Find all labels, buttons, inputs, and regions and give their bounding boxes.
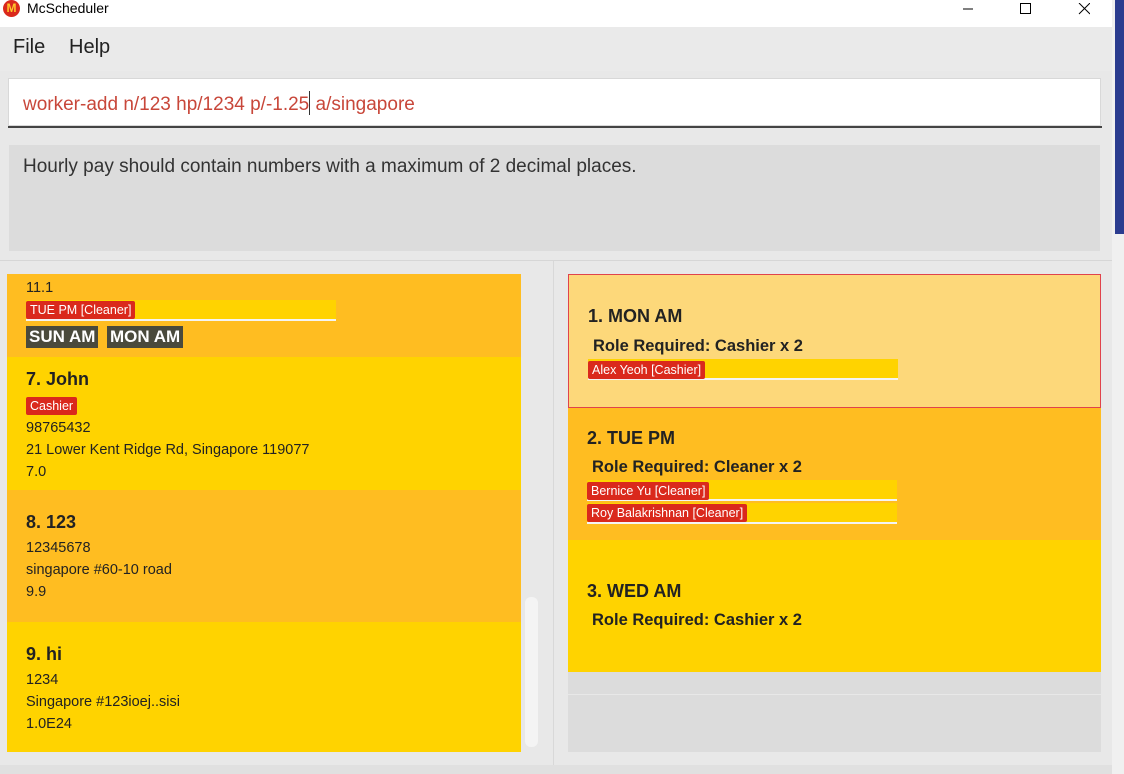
panel-separator xyxy=(553,261,554,765)
maximize-button[interactable] xyxy=(1005,0,1045,17)
command-text-before-caret: worker-add n/123 hp/1234 p/-1.25 xyxy=(23,94,310,115)
worker-pay: 9.9 xyxy=(26,584,47,600)
worker-phone: 98765432 xyxy=(26,420,91,436)
shift-tag: TUE PM [Cleaner] xyxy=(26,301,136,319)
mcscheduler-logo-icon: M xyxy=(3,0,20,17)
shift-card-selected[interactable]: 1. MON AM Role Required: Cashier x 2 Ale… xyxy=(568,274,1101,408)
worker-pay: 11.1 xyxy=(26,280,54,296)
worker-title: 8. 123 xyxy=(26,512,77,532)
shift-list-panel[interactable]: 1. MON AM Role Required: Cashier x 2 Ale… xyxy=(568,274,1101,752)
worker-card[interactable]: 9. hi 1234 Singapore #123ioej..sisi 1.0E… xyxy=(7,622,521,752)
worker-card[interactable]: 8. 123 12345678 singapore #60-10 road 9.… xyxy=(7,490,521,622)
shift-title: 2. TUE PM xyxy=(587,428,676,448)
assignment-tag: Bernice Yu [Cleaner] xyxy=(587,482,710,500)
worker-title: 7. John xyxy=(26,369,90,389)
command-underline xyxy=(8,126,1102,128)
worker-address: Singapore #123ioej..sisi xyxy=(26,694,180,710)
assignment-tag: Alex Yeoh [Cashier] xyxy=(588,361,706,379)
worker-address: singapore #60-10 road xyxy=(26,562,172,578)
shift-role-required: Role Required: Cashier x 2 xyxy=(593,337,803,355)
worker-list-panel[interactable]: 11.1 TUE PM [Cleaner] SUN AM MON AM 7. J… xyxy=(7,274,521,752)
maximize-icon xyxy=(1020,2,1031,14)
shift-title: 1. MON AM xyxy=(588,306,683,326)
shift-title: 3. WED AM xyxy=(587,581,682,601)
worker-card[interactable]: 7. John Cashier 98765432 21 Lower Kent R… xyxy=(7,357,521,490)
command-text: worker-add n/123 hp/1234 p/-1.25 a/singa… xyxy=(23,91,415,116)
shift-card[interactable]: 3. WED AM Role Required: Cashier x 2 xyxy=(568,540,1101,672)
shift-card[interactable]: 2. TUE PM Role Required: Cleaner x 2 Ber… xyxy=(568,408,1101,540)
worker-title: 9. hi xyxy=(26,644,63,664)
worker-address: 21 Lower Kent Ridge Rd, Singapore 119077 xyxy=(26,442,310,458)
window-title: McScheduler xyxy=(27,0,109,16)
worker-phone: 12345678 xyxy=(26,540,91,556)
result-message: Hourly pay should contain numbers with a… xyxy=(23,156,637,177)
menu-help[interactable]: Help xyxy=(69,36,110,59)
worker-pay: 7.0 xyxy=(26,464,47,480)
worker-list-scrollbar[interactable] xyxy=(525,597,538,747)
shift-role-required: Role Required: Cleaner x 2 xyxy=(592,458,802,476)
role-tag: Cashier xyxy=(26,397,78,415)
list-separator xyxy=(568,694,1101,695)
worker-card-partial[interactable]: 11.1 TUE PM [Cleaner] SUN AM MON AM xyxy=(7,274,521,357)
worker-phone: 1234 xyxy=(26,672,59,688)
menu-bar xyxy=(0,27,1112,71)
divider xyxy=(0,260,1112,261)
minimize-icon xyxy=(963,8,973,9)
shift-role-required: Role Required: Cashier x 2 xyxy=(592,611,802,629)
command-text-after-caret: a/singapore xyxy=(310,94,415,115)
unavailable-slot: SUN AM xyxy=(26,326,99,348)
menu-file[interactable]: File xyxy=(13,36,45,59)
title-bar xyxy=(0,0,1112,27)
background-window-edge xyxy=(1112,0,1124,774)
unavailable-slot: MON AM xyxy=(107,326,184,348)
worker-pay: 1.0E24 xyxy=(26,716,72,732)
close-icon xyxy=(1078,2,1090,14)
status-bar xyxy=(0,765,1112,774)
close-button[interactable] xyxy=(1064,0,1104,17)
minimize-button[interactable] xyxy=(948,0,988,17)
assignment-tag: Roy Balakrishnan [Cleaner] xyxy=(587,504,748,522)
